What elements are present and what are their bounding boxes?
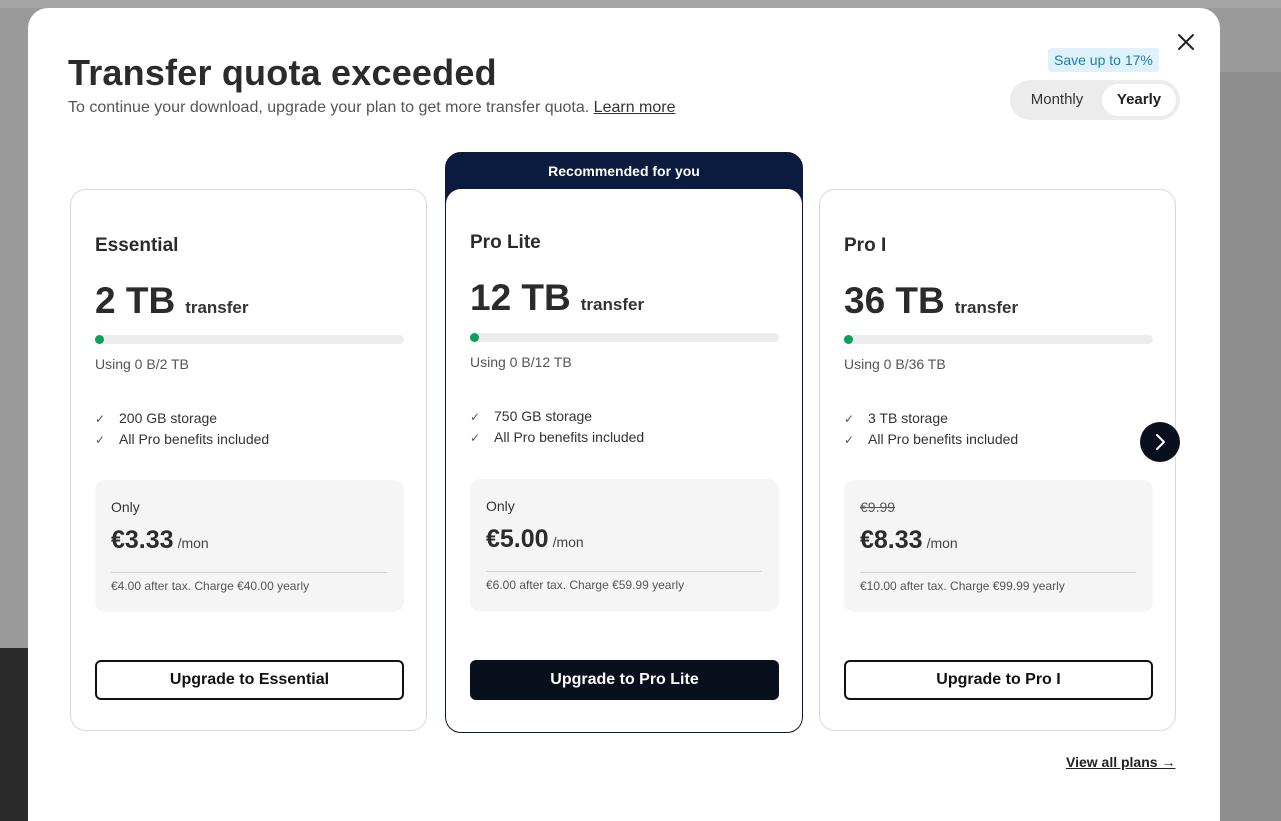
learn-more-link[interactable]: Learn more: [594, 99, 676, 116]
price-prefix: Only: [111, 499, 140, 515]
feature-text: 200 GB storage: [119, 410, 218, 426]
price-value: €5.00: [486, 525, 549, 553]
plan-transfer-amount: 2 TB transfer: [95, 280, 249, 322]
usage-text: Using 0 B/2 TB: [95, 356, 189, 372]
background-panel: [0, 648, 30, 821]
price-note: €10.00 after tax. Charge €99.99 yearly: [860, 579, 1065, 593]
feature-list: ✓ 200 GB storage ✓ All Pro benefits includ…: [95, 408, 269, 450]
subtitle-text: To continue your download, upgrade your …: [68, 99, 590, 116]
usage-bar: [470, 333, 779, 342]
plan-transfer-amount: 12 TB transfer: [470, 277, 644, 319]
price-value: €8.33: [860, 526, 923, 554]
feature-list: ✓ 3 TB storage ✓ All Pro benefits included: [844, 408, 1018, 450]
feature-item: ✓ All Pro benefits included: [95, 429, 269, 450]
plan-amount-value: 2 TB: [95, 280, 176, 321]
usage-bar: [844, 335, 1153, 344]
usage-text: Using 0 B/36 TB: [844, 356, 946, 372]
feature-item: ✓ All Pro benefits included: [844, 429, 1018, 450]
price-box: €9.99 €8.33/mon €10.00 after tax. Charge…: [844, 480, 1153, 612]
plan-name: Pro Lite: [470, 232, 541, 253]
feature-item: ✓ 750 GB storage: [470, 406, 644, 427]
background-page: [0, 0, 1281, 8]
feature-list: ✓ 750 GB storage ✓ All Pro benefits includ…: [470, 406, 644, 448]
price-period: /mon: [552, 534, 584, 550]
feature-text: 750 GB storage: [494, 408, 593, 424]
usage-text: Using 0 B/12 TB: [470, 354, 572, 370]
check-icon: ✓: [470, 410, 481, 424]
price-period: /mon: [926, 535, 958, 551]
plan-amount-value: 12 TB: [470, 277, 571, 318]
feature-text: All Pro benefits included: [868, 431, 1019, 447]
feature-item: ✓ 200 GB storage: [95, 408, 269, 429]
plan-card-pro-lite: Pro Lite 12 TB transfer Using 0 B/12 TB ✓…: [446, 189, 802, 732]
check-icon: ✓: [844, 433, 855, 447]
toggle-monthly[interactable]: Monthly: [1014, 84, 1100, 116]
price: €5.00/mon: [486, 525, 584, 554]
feature-item: ✓ 3 TB storage: [844, 408, 1018, 429]
feature-text: All Pro benefits included: [494, 429, 645, 445]
plan-transfer-amount: 36 TB transfer: [844, 280, 1018, 322]
price-box: Only €5.00/mon €6.00 after tax. Charge €…: [470, 479, 779, 611]
save-badge: Save up to 17%: [1048, 48, 1159, 72]
usage-bar-dot: [844, 335, 853, 344]
modal-title: Transfer quota exceeded: [68, 52, 497, 93]
usage-bar-dot: [470, 333, 479, 342]
price-prefix: Only: [486, 498, 515, 514]
close-button[interactable]: [1174, 30, 1198, 54]
plan-card-pro-i: Pro I 36 TB transfer Using 0 B/36 TB ✓ 3 T…: [819, 189, 1176, 731]
view-all-plans-link[interactable]: View all plans →: [1066, 754, 1175, 770]
price-value: €3.33: [111, 526, 174, 554]
upgrade-pro-lite-button[interactable]: Upgrade to Pro Lite: [470, 660, 779, 700]
upgrade-essential-button[interactable]: Upgrade to Essential: [95, 660, 404, 700]
plan-name: Essential: [95, 235, 179, 256]
background-page-edge: [1220, 72, 1281, 821]
price-divider: [111, 572, 387, 573]
plan-name: Pro I: [844, 235, 887, 256]
close-icon: [1178, 34, 1194, 50]
plan-amount-unit: transfer: [954, 298, 1019, 317]
check-icon: ✓: [95, 433, 106, 447]
price: €3.33/mon: [111, 526, 209, 555]
check-icon: ✓: [844, 412, 855, 426]
plan-amount-value: 36 TB: [844, 280, 945, 321]
price-note: €6.00 after tax. Charge €59.99 yearly: [486, 578, 685, 592]
price-note: €4.00 after tax. Charge €40.00 yearly: [111, 579, 310, 593]
price-box: Only €3.33/mon €4.00 after tax. Charge €…: [95, 480, 404, 612]
plan-amount-unit: transfer: [185, 298, 249, 317]
usage-bar: [95, 335, 404, 344]
price-period: /mon: [177, 535, 209, 551]
original-price: €9.99: [860, 499, 896, 515]
price: €8.33/mon: [860, 526, 958, 555]
check-icon: ✓: [470, 431, 481, 445]
billing-toggle: Monthly Yearly: [1010, 80, 1180, 120]
modal-subtitle: To continue your download, upgrade your …: [68, 99, 676, 117]
check-icon: ✓: [95, 412, 106, 426]
toggle-yearly[interactable]: Yearly: [1102, 84, 1176, 116]
feature-item: ✓ All Pro benefits included: [470, 427, 644, 448]
next-plans-button[interactable]: [1140, 422, 1180, 462]
feature-text: All Pro benefits included: [119, 431, 270, 447]
price-divider: [860, 572, 1136, 573]
price-divider: [486, 571, 762, 572]
upgrade-pro-i-button[interactable]: Upgrade to Pro I: [844, 660, 1153, 700]
plan-card-essential: Essential 2 TB transfer Using 0 B/2 TB ✓ 2…: [70, 189, 427, 731]
feature-text: 3 TB storage: [868, 410, 948, 426]
recommended-label: Recommended for you: [548, 163, 700, 179]
recommended-wrapper: Recommended for you Pro Lite 12 TB transf…: [445, 152, 803, 733]
plan-amount-unit: transfer: [580, 295, 645, 314]
upgrade-modal: Transfer quota exceeded To continue your…: [28, 8, 1220, 821]
chevron-right-icon: [1156, 434, 1165, 450]
usage-bar-dot: [95, 335, 104, 344]
